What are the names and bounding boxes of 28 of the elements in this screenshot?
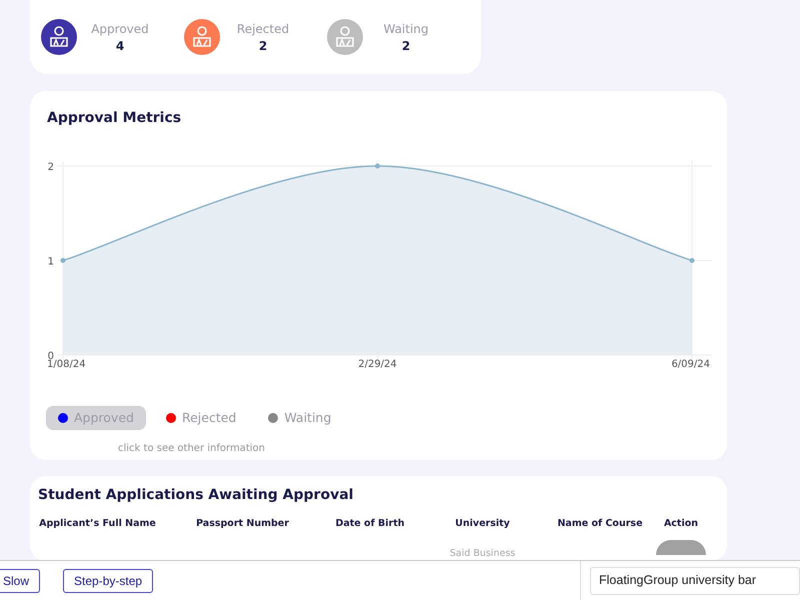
column-header: Action [662,517,700,531]
table-title: Student Applications Awaiting Approval [38,486,354,505]
column-header: Passport Number [195,517,290,531]
x-tick-label: 2/29/24 [358,359,397,370]
stat-label: Waiting [383,20,429,36]
hint-text: click to see other information [118,442,265,456]
column-header: Name of Course [556,517,644,531]
data-point [60,258,66,263]
toolbar-button[interactable]: Slow [0,568,40,592]
toolbar-button[interactable]: Step-by-step [63,568,154,592]
action-button[interactable] [656,540,706,555]
stat-label: Rejected [236,20,290,36]
data-point [690,258,694,263]
stat-label: Approved [91,20,149,36]
column-header: Date of Birth [334,517,406,531]
stat-count: 4 [116,38,124,54]
chart-title: Approval Metrics [47,109,182,128]
x-tick-label: 6/09/24 [671,359,710,370]
data-point [375,164,380,168]
column-header: University [454,517,511,531]
x-tick-label: 1/08/24 [47,359,86,370]
stat-count: 2 [402,38,410,54]
column-header: Applicant’s Full Name [38,517,157,531]
y-tick-label: 1 [48,256,54,268]
stat-count: 2 [258,38,268,54]
y-tick-label: 2 [48,162,54,173]
select-field[interactable]: FloatingGroup university bar [590,566,800,594]
table-cell-text: Said Business [448,547,516,561]
